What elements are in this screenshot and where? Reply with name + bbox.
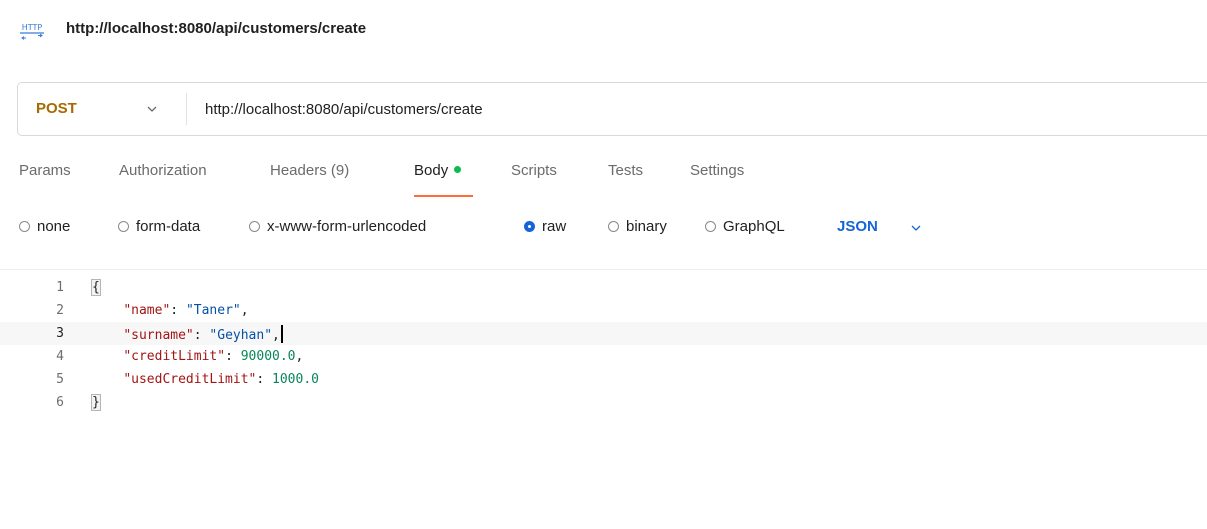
url-bar: POST	[17, 82, 1207, 136]
line-number: 5	[56, 372, 64, 387]
radio-icon	[705, 221, 716, 232]
text-cursor	[280, 325, 283, 343]
body-modified-dot	[454, 166, 462, 173]
code-line: 4 "creditLimit": 90000.0,	[0, 345, 1207, 368]
active-tab-underline	[414, 195, 473, 197]
radio-checked-icon	[524, 221, 535, 232]
tab-tests[interactable]: Tests	[608, 160, 643, 182]
http-file-icon: HTTP	[20, 23, 44, 40]
open-brace: {	[91, 279, 101, 296]
tab-settings[interactable]: Settings	[690, 160, 744, 182]
tab-authorization[interactable]: Authorization	[119, 160, 207, 182]
request-title[interactable]: http://localhost:8080/api/customers/crea…	[66, 19, 366, 39]
json-value: 90000.0	[240, 349, 296, 364]
tab-body[interactable]: Body	[414, 160, 462, 182]
url-separator	[186, 93, 187, 125]
tab-params[interactable]: Params	[19, 160, 71, 182]
chevron-down-icon[interactable]	[910, 223, 922, 233]
method-select[interactable]: POST	[36, 99, 77, 119]
line-number: 1	[56, 280, 64, 295]
json-key: "name"	[123, 303, 171, 318]
request-title-bar: HTTP http://localhost:8080/api/customers…	[0, 0, 1207, 58]
line-number: 4	[56, 349, 64, 364]
json-key: "surname"	[123, 328, 194, 343]
code-line: 1 {	[0, 276, 1207, 299]
code-line: 5 "usedCreditLimit": 1000.0	[0, 368, 1207, 391]
close-brace: }	[91, 394, 101, 411]
radio-icon	[249, 221, 260, 232]
json-value: 1000.0	[272, 372, 319, 387]
body-type-options: none form-data x-www-form-urlencoded raw…	[0, 215, 1207, 241]
code-line-current: 3 "surname": "Geyhan",	[0, 322, 1207, 345]
line-number: 6	[56, 395, 64, 410]
svg-text:HTTP: HTTP	[22, 23, 43, 32]
request-tabs: Params Authorization Headers (9) Body Sc…	[0, 160, 1207, 200]
json-value: "Geyhan"	[209, 328, 273, 343]
radio-icon	[19, 221, 30, 232]
json-key: "usedCreditLimit"	[123, 372, 257, 387]
line-number: 3	[56, 326, 64, 341]
format-select[interactable]: JSON	[837, 217, 878, 237]
json-value: "Taner"	[185, 303, 241, 318]
json-key: "creditLimit"	[123, 349, 226, 364]
radio-icon	[118, 221, 129, 232]
code-line: 2 "name": "Taner",	[0, 299, 1207, 322]
radio-icon	[608, 221, 619, 232]
tab-scripts[interactable]: Scripts	[511, 160, 557, 182]
json-body-editor[interactable]: 1 { 2 "name": "Taner", 3 "surname": "Gey…	[0, 270, 1207, 529]
tab-headers[interactable]: Headers (9)	[270, 160, 349, 182]
chevron-down-icon[interactable]	[146, 104, 158, 114]
line-number: 2	[56, 303, 64, 318]
code-line: 6 }	[0, 391, 1207, 414]
url-input[interactable]	[205, 96, 1105, 122]
